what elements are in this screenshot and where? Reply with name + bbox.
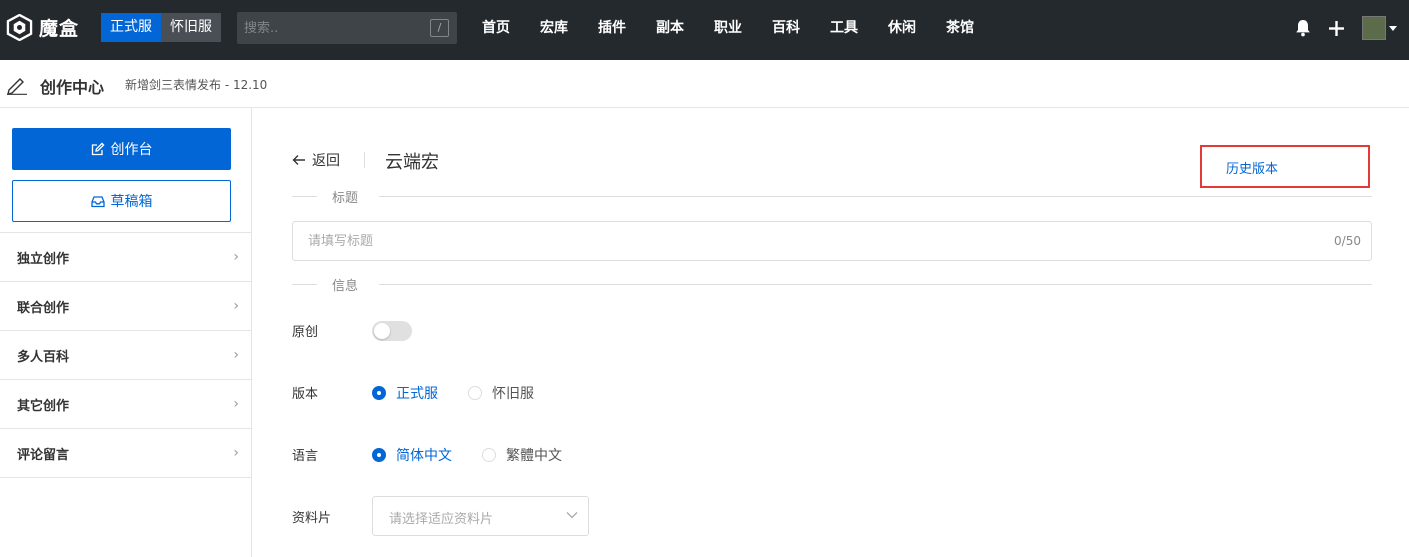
radio-label: 怀旧服 bbox=[492, 386, 534, 402]
logo[interactable]: 魔盒 bbox=[6, 14, 79, 41]
chevron-down-icon bbox=[566, 512, 578, 519]
plus-icon[interactable] bbox=[1329, 20, 1344, 36]
language-radio-simplified[interactable]: 简体中文 bbox=[372, 445, 452, 465]
nav-item-dungeons[interactable]: 副本 bbox=[641, 0, 699, 60]
nav-item-leisure[interactable]: 休闲 bbox=[873, 0, 931, 60]
sidebar: 创作台 草稿箱 独立创作 › 联合创作 › 多人百科 › 其它创作 › 评论留言… bbox=[0, 108, 252, 557]
sub-header: 创作中心 新增剑三表情发布 - 12.10 bbox=[0, 60, 1409, 108]
radio-label: 简体中文 bbox=[396, 448, 452, 464]
title-field: 0/50 bbox=[292, 221, 1372, 261]
sidebar-item-label: 多人百科 bbox=[17, 349, 70, 365]
server-switch: 正式服 怀旧服 bbox=[101, 13, 221, 42]
radio-label: 正式服 bbox=[396, 386, 438, 402]
sidebar-item-label: 其它创作 bbox=[17, 398, 70, 414]
radio-dot bbox=[468, 386, 482, 400]
language-label: 语言 bbox=[292, 449, 319, 464]
nav-item-wiki[interactable]: 百科 bbox=[757, 0, 815, 60]
main-nav: 首页 宏库 插件 副本 职业 百科 工具 休闲 茶馆 bbox=[467, 0, 989, 60]
history-version-box: 历史版本 bbox=[1200, 145, 1370, 188]
profile-label: 资料片 bbox=[292, 511, 332, 526]
profile-select[interactable]: 请选择适应资料片 bbox=[372, 496, 589, 536]
sidebar-menu: 独立创作 › 联合创作 › 多人百科 › 其它创作 › 评论留言 › bbox=[0, 232, 251, 478]
sidebar-item-comments[interactable]: 评论留言 › bbox=[0, 429, 251, 478]
search-box: / bbox=[237, 12, 457, 44]
sidebar-item-independent[interactable]: 独立创作 › bbox=[0, 233, 251, 282]
chevron-right-icon: › bbox=[233, 298, 239, 314]
language-radio-traditional[interactable]: 繁體中文 bbox=[482, 445, 562, 465]
server-classic-button[interactable]: 怀旧服 bbox=[161, 13, 221, 42]
version-label: 版本 bbox=[292, 387, 319, 402]
nav-item-macros[interactable]: 宏库 bbox=[525, 0, 583, 60]
nav-item-classes[interactable]: 职业 bbox=[699, 0, 757, 60]
chevron-right-icon: › bbox=[233, 396, 239, 412]
section-label-info: 信息 bbox=[332, 279, 359, 294]
sidebar-item-other[interactable]: 其它创作 › bbox=[0, 380, 251, 429]
logo-icon bbox=[6, 14, 33, 41]
section-divider-title: 标题 bbox=[292, 186, 1372, 206]
user-menu[interactable] bbox=[1362, 16, 1397, 40]
radio-dot bbox=[372, 448, 386, 462]
toggle-knob bbox=[374, 323, 390, 339]
page-title: 云端宏 bbox=[385, 152, 439, 173]
workbench-button-label: 创作台 bbox=[110, 142, 153, 158]
sidebar-item-label: 独立创作 bbox=[17, 251, 70, 267]
workbench-button[interactable]: 创作台 bbox=[12, 128, 231, 170]
search-input[interactable] bbox=[237, 12, 427, 44]
title-divider bbox=[364, 152, 365, 168]
pen-icon bbox=[7, 78, 27, 95]
arrow-left-icon bbox=[292, 155, 305, 165]
section-divider-info: 信息 bbox=[292, 274, 1372, 294]
logo-text: 魔盒 bbox=[39, 18, 80, 40]
drafts-button[interactable]: 草稿箱 bbox=[12, 180, 231, 222]
title-char-count: 0/50 bbox=[1334, 234, 1361, 248]
original-label: 原创 bbox=[292, 325, 319, 340]
inbox-icon bbox=[90, 195, 105, 207]
history-version-link[interactable]: 历史版本 bbox=[1226, 158, 1278, 177]
nav-item-teahouse[interactable]: 茶馆 bbox=[931, 0, 989, 60]
sidebar-item-joint[interactable]: 联合创作 › bbox=[0, 282, 251, 331]
bell-icon[interactable] bbox=[1295, 19, 1311, 37]
page-section-title: 创作中心 bbox=[40, 78, 105, 97]
radio-dot bbox=[372, 386, 386, 400]
original-toggle[interactable] bbox=[372, 321, 412, 341]
caret-down-icon bbox=[1389, 25, 1397, 31]
back-button[interactable]: 返回 bbox=[292, 150, 340, 170]
avatar bbox=[1362, 16, 1386, 40]
radio-dot bbox=[482, 448, 496, 462]
chevron-right-icon: › bbox=[233, 347, 239, 363]
top-right-actions bbox=[1295, 16, 1397, 40]
server-official-button[interactable]: 正式服 bbox=[101, 13, 161, 42]
search-shortcut-badge: / bbox=[430, 19, 449, 37]
chevron-right-icon: › bbox=[233, 445, 239, 461]
sidebar-item-label: 联合创作 bbox=[17, 300, 70, 316]
nav-item-plugins[interactable]: 插件 bbox=[583, 0, 641, 60]
version-radio-official[interactable]: 正式服 bbox=[372, 383, 438, 403]
chevron-right-icon: › bbox=[233, 249, 239, 265]
section-label-title: 标题 bbox=[332, 191, 359, 206]
announcement-text[interactable]: 新增剑三表情发布 - 12.10 bbox=[125, 76, 267, 93]
sidebar-item-multi-wiki[interactable]: 多人百科 › bbox=[0, 331, 251, 380]
nav-item-tools[interactable]: 工具 bbox=[815, 0, 873, 60]
top-navbar: 魔盒 正式服 怀旧服 / 首页 宏库 插件 副本 职业 百科 工具 休闲 茶馆 bbox=[0, 0, 1409, 60]
back-label: 返回 bbox=[312, 153, 340, 169]
nav-item-home[interactable]: 首页 bbox=[467, 0, 525, 60]
radio-label: 繁體中文 bbox=[506, 448, 562, 464]
drafts-button-label: 草稿箱 bbox=[110, 194, 153, 210]
edit-icon bbox=[91, 142, 105, 156]
profile-select-placeholder: 请选择适应资料片 bbox=[389, 512, 494, 527]
sidebar-item-label: 评论留言 bbox=[17, 447, 70, 463]
version-radio-classic[interactable]: 怀旧服 bbox=[468, 383, 534, 403]
title-input[interactable] bbox=[293, 222, 1293, 260]
